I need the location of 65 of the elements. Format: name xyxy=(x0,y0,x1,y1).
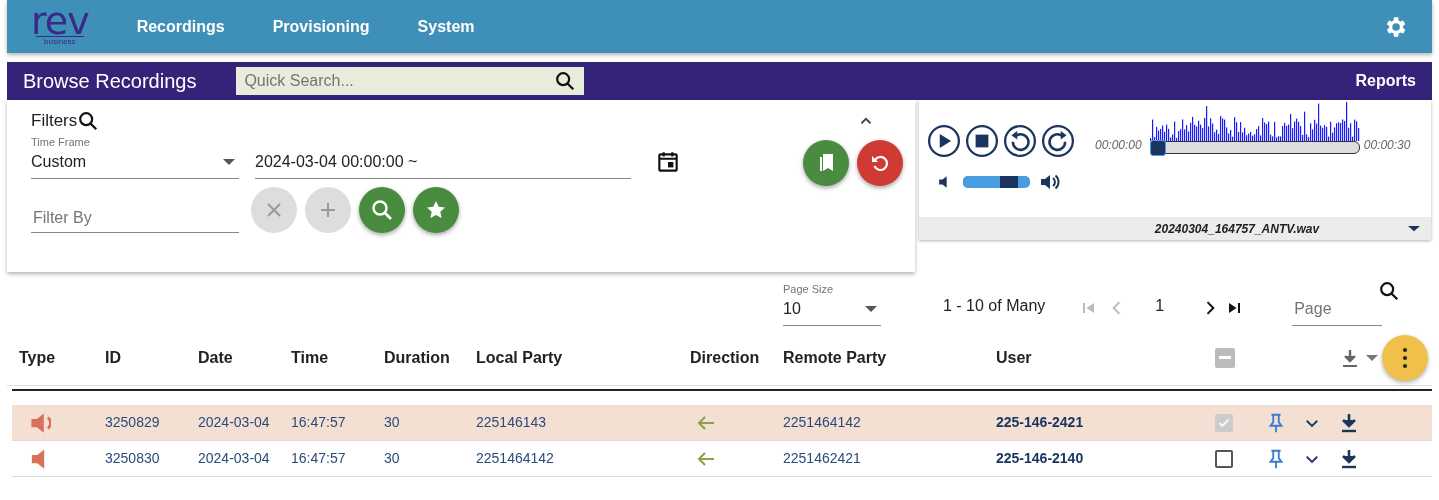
search-icon[interactable] xyxy=(1378,280,1401,302)
recording-id: 3250829 xyxy=(105,413,161,432)
column-header: Type xyxy=(19,347,57,368)
time-frame-dropdown[interactable]: Time Frame Custom xyxy=(31,133,239,179)
column-header: Date xyxy=(198,347,234,368)
table-row[interactable]: 3250830 2024-03-04 16:47:57 30 2251464142 2251462421 225-146-2140 xyxy=(12,441,1432,477)
local-party-cell-text: 225146143 xyxy=(476,413,548,432)
more-button[interactable] xyxy=(1382,334,1428,381)
end-time: 00:00:30 xyxy=(1363,137,1411,154)
reports-link[interactable]: Reports xyxy=(1355,69,1416,93)
column-header: Direction xyxy=(690,347,761,368)
add-button[interactable] xyxy=(305,187,351,233)
caret-icon xyxy=(223,159,235,165)
favorite-button[interactable] xyxy=(413,187,459,233)
date-range-field[interactable]: 2024-03-04 00:00:00 ~ xyxy=(255,150,631,179)
speaker-icon xyxy=(31,447,45,470)
clear-button[interactable] xyxy=(251,187,297,233)
reset-button[interactable] xyxy=(857,140,903,186)
caret-icon[interactable] xyxy=(1366,354,1378,361)
rewind-icon[interactable] xyxy=(1003,124,1037,158)
select-all-checkbox[interactable] xyxy=(1215,347,1235,368)
progress-slider[interactable] xyxy=(1149,140,1166,156)
user-cell-text: 225-146-2421 xyxy=(996,413,1085,432)
page-size-dropdown[interactable]: Page Size 10 xyxy=(783,280,881,326)
table-row[interactable]: 3250829 2024-03-04 16:47:57 30 225146143 2251464142 225-146-2421 xyxy=(12,405,1432,441)
start-time: 00:00:00 xyxy=(1095,137,1142,154)
remote-party-cell-text: 2251462421 xyxy=(783,449,862,468)
date-cell-text: 2024-03-04 xyxy=(198,449,271,468)
time-cell-text: 16:47:57 xyxy=(291,413,347,432)
time-cell-text: 16:47:57 xyxy=(291,449,347,468)
nav-link[interactable]: Provisioning xyxy=(272,14,370,39)
filters-title: Filters xyxy=(31,110,78,132)
play-icon[interactable] xyxy=(927,124,961,158)
search-field[interactable]: Quick Search... xyxy=(236,67,585,95)
recording-id: 3250830 xyxy=(105,449,161,468)
forward-icon[interactable] xyxy=(1041,124,1075,158)
search-icon[interactable] xyxy=(554,70,577,92)
user-cell-text: 225-146-2140 xyxy=(996,449,1085,468)
search-icon xyxy=(370,198,394,222)
row-checkbox[interactable] xyxy=(1215,449,1233,468)
file-name: 20240304_164757_ANTV.wav xyxy=(1153,220,1320,238)
page-title: Browse Recordings xyxy=(23,69,197,94)
column-header: Local Party xyxy=(476,347,564,368)
nav-link[interactable]: Recordings xyxy=(136,14,225,39)
remote-party-cell-text: 2251464142 xyxy=(783,413,862,432)
volume-slider[interactable] xyxy=(963,176,1030,188)
search-button[interactable] xyxy=(359,187,405,233)
column-header: ID xyxy=(105,347,122,368)
nav-link[interactable]: System xyxy=(417,14,475,39)
date-cell-text: 2024-03-04 xyxy=(198,413,271,432)
current-page: 1 xyxy=(1155,296,1165,316)
column-header: Remote Party xyxy=(783,347,888,368)
page-range: 1 - 10 of Many xyxy=(943,296,1046,316)
column-header: Duration xyxy=(384,347,451,368)
search-icon[interactable] xyxy=(77,109,100,132)
duration-cell-text: 30 xyxy=(384,413,401,432)
duration-cell-text: 30 xyxy=(384,449,401,468)
column-header: Time xyxy=(291,347,330,368)
column-header: User xyxy=(996,347,1033,368)
local-party-cell-text: 2251464142 xyxy=(476,449,555,468)
calendar-icon[interactable] xyxy=(655,149,681,175)
bookmarks-button[interactable] xyxy=(803,140,849,186)
stop-icon[interactable] xyxy=(965,124,999,158)
caret-icon xyxy=(865,306,877,312)
speaker-icon xyxy=(31,411,51,434)
